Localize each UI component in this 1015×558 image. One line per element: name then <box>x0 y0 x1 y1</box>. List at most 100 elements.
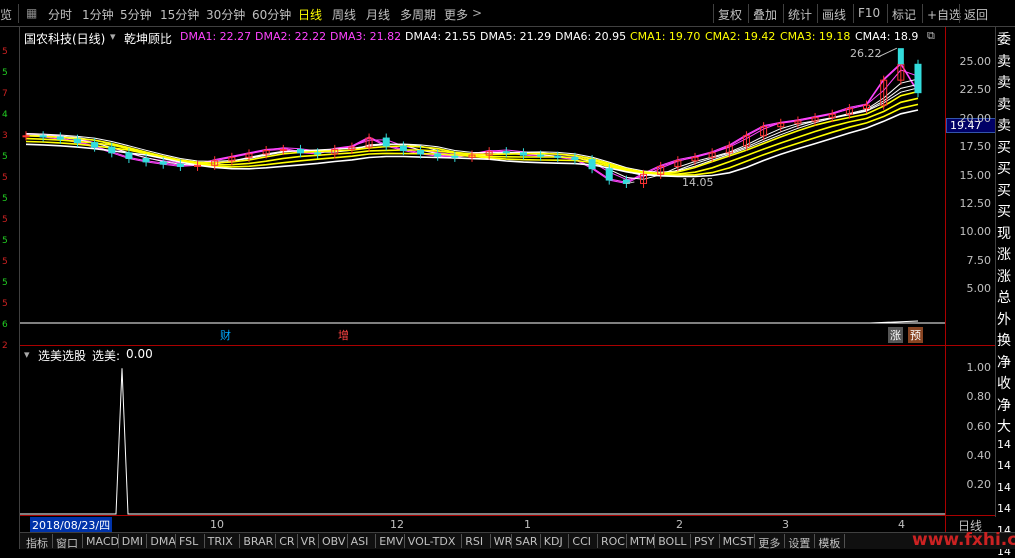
period-tab-9[interactable]: 多周期 <box>400 6 436 23</box>
indicator-tick-label: 0.80 <box>966 390 992 404</box>
date-axis: 2018/08/23/四 10 12 1 2 3 4 <box>20 515 945 533</box>
indicator-tab-15[interactable]: WR <box>494 535 513 548</box>
quote-value: 5 <box>2 215 8 225</box>
indicator-tab-9[interactable]: VR <box>301 535 316 548</box>
high-price-note: 26.22 <box>850 47 882 60</box>
quote-value: 5 <box>2 236 8 246</box>
quote-label: 涨 <box>997 247 1011 263</box>
toolbar-button-0[interactable]: 复权 <box>718 6 742 23</box>
quote-label: 委 <box>997 32 1011 48</box>
quote-label: 买 <box>997 182 1011 199</box>
right-quote-strip: 委卖卖卖卖买买买买现涨涨总外换净收净大 14 14 14 14 14 14 <box>995 27 1015 558</box>
tab-divider <box>239 534 241 548</box>
indicator-tab-13[interactable]: VOL-TDX <box>408 535 456 548</box>
chevron-right-icon[interactable]: > <box>472 6 482 20</box>
period-tab-0[interactable]: 分时 <box>48 6 72 23</box>
quote-label: 买 <box>997 139 1011 156</box>
date-tick-label: 10 <box>210 518 224 531</box>
tab-divider <box>814 534 816 548</box>
tab-divider <box>296 534 298 548</box>
candle <box>537 154 545 157</box>
candle <box>314 152 322 155</box>
toolbar-button-1[interactable]: 叠加 <box>753 6 777 23</box>
period-tab-6[interactable]: 日线 <box>298 6 322 23</box>
indicator-tab-6[interactable]: TRIX <box>208 535 233 548</box>
candle <box>296 148 304 154</box>
period-tab-4[interactable]: 30分钟 <box>206 6 245 23</box>
quote-label: 现 <box>997 225 1011 242</box>
period-tab-7[interactable]: 周线 <box>332 6 356 23</box>
candle <box>451 155 459 158</box>
event-note-finance[interactable]: 财 <box>218 327 233 343</box>
indicator-tab-11[interactable]: ASI <box>351 535 369 548</box>
period-tab-3[interactable]: 15分钟 <box>160 6 199 23</box>
period-tab-8[interactable]: 月线 <box>366 6 390 23</box>
indicator-tab-23[interactable]: MCST <box>723 535 754 548</box>
indicator-tab-4[interactable]: DMA <box>150 535 176 548</box>
tab-divider <box>461 534 463 548</box>
quote-value: 5 <box>2 47 8 57</box>
indicator-plot <box>20 368 945 515</box>
period-tab-1[interactable]: 1分钟 <box>82 6 114 23</box>
candle <box>502 151 510 154</box>
event-note-increase[interactable]: 增 <box>336 327 351 343</box>
period-tab-5[interactable]: 60分钟 <box>252 6 291 23</box>
indicator-tab-21[interactable]: BOLL <box>658 535 686 548</box>
indicator-tab-2[interactable]: MACD <box>86 535 119 548</box>
indicator-tab-3[interactable]: DMI <box>122 535 143 548</box>
indicator-tab-22[interactable]: PSY <box>694 535 714 548</box>
candle <box>91 142 99 148</box>
indicator-tab-8[interactable]: CR <box>279 535 294 548</box>
indicator-tab-19[interactable]: ROC <box>601 535 625 548</box>
toolbar-button-4[interactable]: F10 <box>858 6 880 20</box>
date-tick-label: 12 <box>390 518 404 531</box>
price-tick-label: 7.50 <box>966 253 992 267</box>
price-tick-label: 15.00 <box>959 168 992 182</box>
candle <box>73 138 81 144</box>
toolbar-button-2[interactable]: 统计 <box>788 6 812 23</box>
indicator-line <box>20 368 945 515</box>
quote-label: 总 <box>997 290 1011 306</box>
grid-icon[interactable]: ▦ <box>26 6 37 20</box>
quote-label: 净 <box>997 354 1011 371</box>
period-tab-10[interactable]: 更多 <box>444 6 468 23</box>
indicator-tab-14[interactable]: RSI <box>465 535 483 548</box>
tab-divider <box>511 534 513 548</box>
main-price-chart[interactable]: 国农科技(日线) ▾ 乾坤顾比 ⧉ 26.22 14.05 财 增 涨 预 DM… <box>20 27 945 345</box>
quote-value: 4 <box>2 110 8 120</box>
indicator-tab-17[interactable]: KDJ <box>544 535 563 548</box>
indicator-tab-16[interactable]: SAR <box>515 535 537 548</box>
candle <box>125 152 133 159</box>
ma-legend-item: DMA3: 21.82 <box>330 30 402 43</box>
indicator-tab-5[interactable]: FSL <box>179 535 198 548</box>
toolbar-button-5[interactable]: 标记 <box>892 6 916 23</box>
toolbar-divider <box>959 4 960 23</box>
indicator-panel[interactable]: ▾ 选美选股 选美: 0.00 <box>20 345 945 515</box>
indicator-tab-7[interactable]: BRAR <box>243 535 273 548</box>
tab-divider <box>718 534 720 548</box>
toolbar-divider <box>887 4 888 23</box>
toolbar-button-7[interactable]: 返回 <box>964 6 988 23</box>
date-tick-label: 4 <box>898 518 905 531</box>
indicator-tab-12[interactable]: EMV <box>379 535 403 548</box>
tab-divider <box>489 534 491 548</box>
indicator-tab-10[interactable]: OBV <box>322 535 345 548</box>
period-tab-2[interactable]: 5分钟 <box>120 6 152 23</box>
tab-divider <box>754 534 756 548</box>
indicator-tab-18[interactable]: CCI <box>572 535 591 548</box>
quote-label: 涨 <box>997 268 1011 285</box>
price-tick-label: 12.50 <box>959 196 992 210</box>
ma-legend-item: CMA1: 19.70 <box>630 30 701 43</box>
quote-value: 2 <box>2 341 8 351</box>
event-note-forecast[interactable]: 预 <box>908 327 923 343</box>
indicator-axis: 1.00 0.80 0.60 0.40 0.20 <box>945 345 995 515</box>
event-note-rise[interactable]: 涨 <box>888 327 903 343</box>
quote-label: 卖 <box>997 96 1011 113</box>
quote-label: 卖 <box>997 75 1011 91</box>
toolbar-button-3[interactable]: 画线 <box>822 6 846 23</box>
toolbar-button-6[interactable]: +自选 <box>927 6 961 23</box>
tab-divider <box>654 534 656 548</box>
indicator-tab-20[interactable]: MTM <box>630 535 656 548</box>
date-tick-label: 3 <box>782 518 789 531</box>
toolbar-divider <box>817 4 818 23</box>
